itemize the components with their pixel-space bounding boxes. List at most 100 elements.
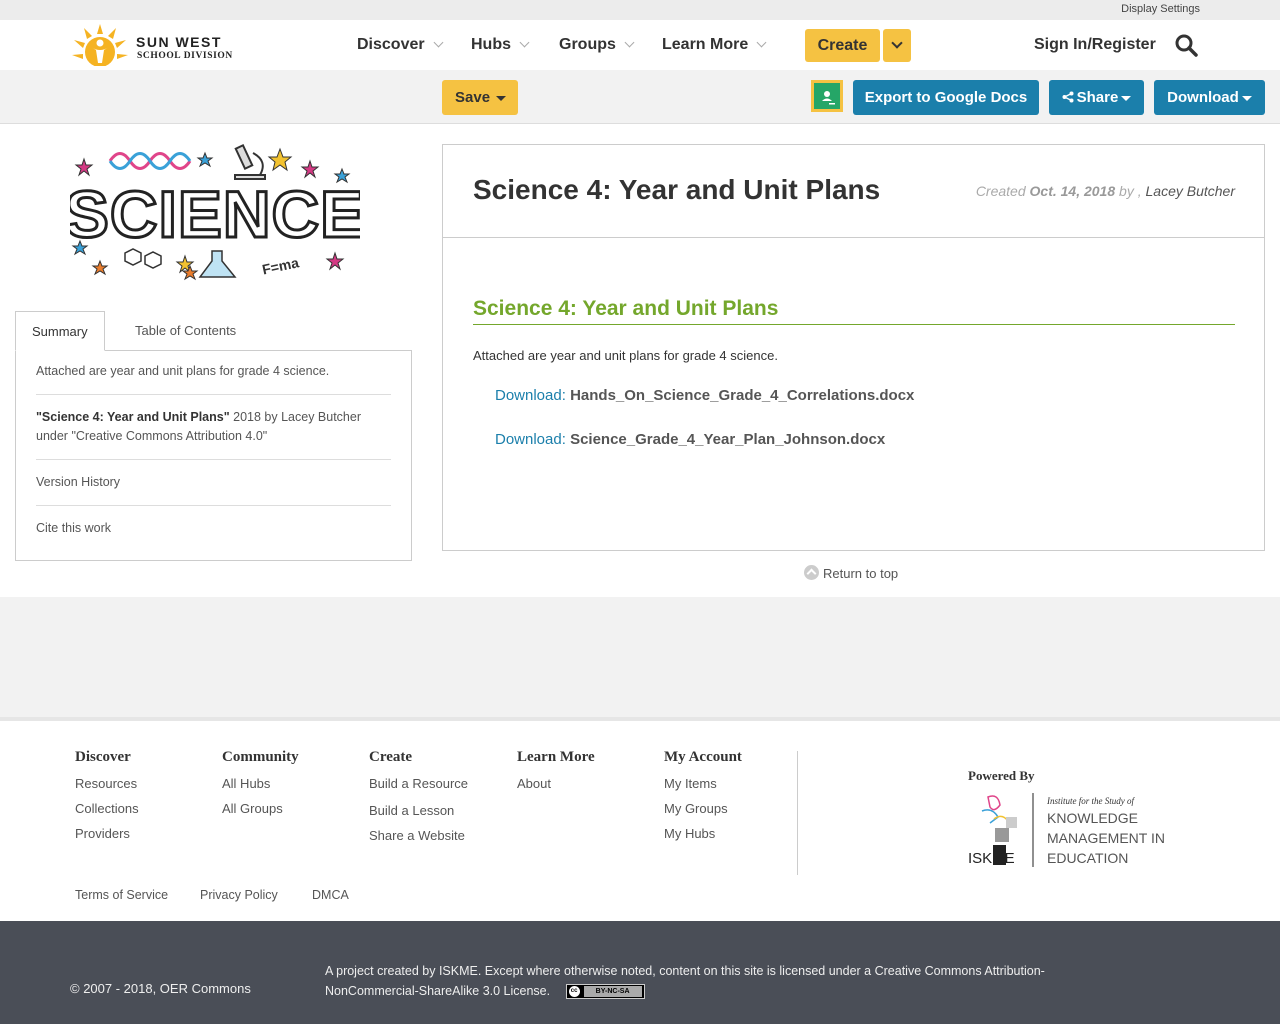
footer-heading: Community (222, 749, 299, 765)
resource-description: Attached are year and unit plans for gra… (473, 348, 778, 363)
sidebar-tabs: Summary Table of Contents (15, 311, 412, 351)
nav-groups[interactable]: Groups (559, 36, 635, 54)
share-button[interactable]: Share (1049, 80, 1144, 115)
footer-col-learn-more: Learn More About (517, 749, 657, 801)
arrow-up-circle-icon (804, 565, 819, 580)
footer-col-create: Create Build a Resource Build a Lesson S… (369, 749, 509, 853)
resource-content: Science 4: Year and Unit Plans Created O… (442, 144, 1265, 551)
terms-of-service-link[interactable]: Terms of Service (75, 888, 168, 902)
download-button[interactable]: Download (1154, 80, 1265, 115)
chevron-down-icon (756, 37, 767, 48)
footer-link-about[interactable]: About (517, 776, 657, 791)
privacy-policy-link[interactable]: Privacy Policy (200, 888, 278, 902)
summary-panel: Attached are year and unit plans for gra… (15, 350, 412, 561)
author-link[interactable]: Lacey Butcher (1146, 183, 1236, 199)
footer-link-resources[interactable]: Resources (75, 776, 215, 791)
divider (36, 459, 391, 460)
footer-col-discover: Discover Resources Collections Providers (75, 749, 215, 851)
download-filename: Science_Grade_4_Year_Plan_Johnson.docx (570, 431, 886, 448)
cc-icon: cc (568, 986, 580, 998)
chevron-down-icon (519, 37, 530, 48)
copyright: © 2007 - 2018, OER Commons (70, 981, 251, 996)
footer-heading: Learn More (517, 749, 595, 765)
sign-in-register-link[interactable]: Sign In/Register (1034, 36, 1156, 54)
create-button[interactable]: Create (805, 29, 880, 62)
footer-divider (797, 751, 798, 875)
classroom-person-icon (822, 91, 835, 105)
svg-text:F=ma: F=ma (261, 254, 301, 277)
display-settings-link[interactable]: Display Settings (1121, 3, 1200, 15)
cc-license-badge[interactable]: cc BY-NC-SA (565, 984, 645, 1000)
export-google-docs-button[interactable]: Export to Google Docs (853, 80, 1039, 115)
save-button[interactable]: Save (442, 80, 518, 115)
nav-learn-more[interactable]: Learn More (662, 36, 767, 54)
page-title: Science 4: Year and Unit Plans (473, 174, 881, 205)
download-link[interactable]: Download: Science_Grade_4_Year_Plan_John… (495, 431, 885, 448)
chevron-down-icon (624, 37, 635, 48)
footer: Discover Resources Collections Providers… (0, 717, 1280, 921)
bottom-bar: © 2007 - 2018, OER Commons A project cre… (0, 921, 1280, 1024)
brand-name: SUN WEST (136, 34, 222, 50)
dmca-link[interactable]: DMCA (312, 888, 349, 902)
footer-heading: Discover (75, 749, 131, 765)
search-icon[interactable] (1174, 33, 1198, 57)
tab-table-of-contents[interactable]: Table of Contents (119, 311, 252, 351)
footer-heading: My Account (664, 749, 742, 765)
footer-link-my-hubs[interactable]: My Hubs (664, 826, 804, 841)
nav-discover[interactable]: Discover (357, 36, 444, 54)
powered-by-label: Powered By (968, 768, 1035, 783)
summary-text: Attached are year and unit plans for gra… (36, 364, 330, 378)
chevron-down-icon (433, 37, 444, 48)
divider (36, 505, 391, 506)
footer-link-collections[interactable]: Collections (75, 801, 215, 816)
attribution: "Science 4: Year and Unit Plans" 2018 by… (36, 408, 391, 446)
sun-west-logo[interactable]: SUN WEST SCHOOL DIVISION (70, 22, 240, 66)
tab-summary[interactable]: Summary (15, 311, 105, 351)
license-note: A project created by ISKME. Except where… (325, 964, 1045, 1000)
attribution-title: "Science 4: Year and Unit Plans" (36, 410, 230, 424)
utility-bar: Display Settings (0, 0, 1280, 20)
spacer-band (0, 597, 1280, 717)
chevron-down-icon (891, 37, 903, 49)
science-cover-image: SCIENCE F=ma (70, 144, 360, 281)
caret-down-icon (496, 95, 507, 101)
footer-link-build-resource[interactable]: Build a Resource (369, 776, 509, 791)
caret-down-icon (1241, 95, 1252, 101)
footer-link-providers[interactable]: Providers (75, 826, 215, 841)
download-filename: Hands_On_Science_Grade_4_Correlations.do… (570, 387, 915, 404)
svg-text:MANAGEMENT IN: MANAGEMENT IN (1047, 830, 1165, 846)
divider (36, 394, 391, 395)
resource-toolbar: Save Export to Google Docs Share Downloa… (0, 70, 1280, 124)
iskme-logo[interactable]: ISKME Institute for the Study of KNOWLED… (968, 793, 1178, 871)
nav-hubs[interactable]: Hubs (471, 36, 530, 54)
footer-heading: Create (369, 749, 413, 765)
brand-subtitle: SCHOOL DIVISION (137, 51, 233, 61)
footer-col-community: Community All Hubs All Groups (222, 749, 362, 826)
main-nav: SUN WEST SCHOOL DIVISION Discover Hubs G… (0, 20, 1280, 70)
create-dropdown-toggle[interactable] (883, 29, 911, 62)
footer-link-all-groups[interactable]: All Groups (222, 801, 362, 816)
svg-text:EDUCATION: EDUCATION (1047, 850, 1128, 866)
footer-link-build-lesson[interactable]: Build a Lesson (369, 803, 509, 818)
return-to-top-link[interactable]: Return to top (804, 565, 898, 581)
google-classroom-icon[interactable] (811, 80, 843, 112)
footer-link-my-groups[interactable]: My Groups (664, 801, 804, 816)
resource-header: Science 4: Year and Unit Plans Created O… (443, 145, 1264, 238)
sun-logo-icon (72, 24, 128, 66)
footer-link-share-website[interactable]: Share a Website (369, 828, 509, 843)
cite-this-work-link[interactable]: Cite this work (36, 519, 391, 538)
footer-col-my-account: My Account My Items My Groups My Hubs (664, 749, 804, 851)
iskme-mark: ISKME (968, 850, 1015, 867)
version-history-link[interactable]: Version History (36, 473, 391, 492)
section-title: Science 4: Year and Unit Plans (473, 297, 1235, 325)
share-icon (1062, 91, 1074, 103)
footer-link-all-hubs[interactable]: All Hubs (222, 776, 362, 791)
download-link[interactable]: Download: Hands_On_Science_Grade_4_Corre… (495, 387, 914, 404)
footer-link-my-items[interactable]: My Items (664, 776, 804, 791)
caret-down-icon (1121, 95, 1132, 101)
created-date: Oct. 14, 2018 (1029, 183, 1116, 199)
svg-text:SCIENCE: SCIENCE (70, 177, 360, 251)
svg-text:Institute for the Study of: Institute for the Study of (1046, 796, 1135, 806)
svg-text:KNOWLEDGE: KNOWLEDGE (1047, 810, 1138, 826)
created-info: Created Oct. 14, 2018 by , Lacey Butcher (975, 183, 1236, 199)
